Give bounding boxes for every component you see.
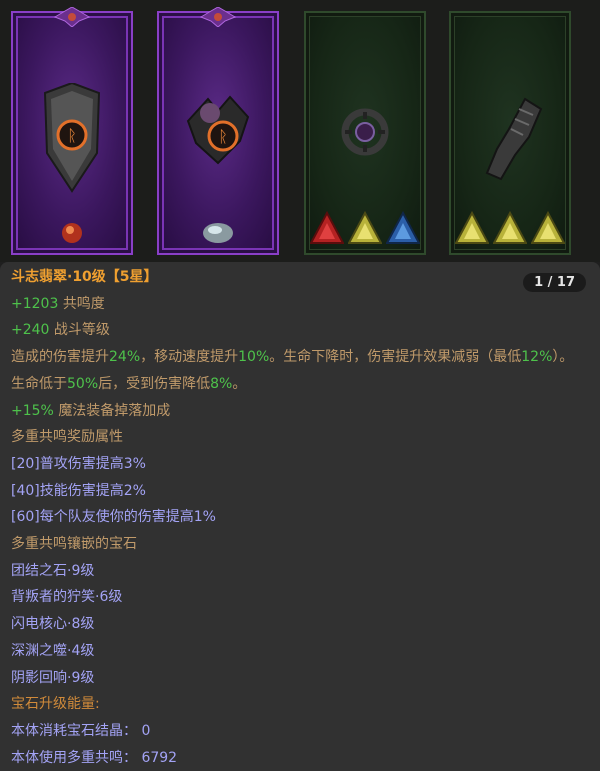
desc-value: 10%	[238, 349, 270, 366]
consume-value: 0	[141, 722, 151, 739]
crest-icon	[199, 7, 237, 27]
inlaid-gem-item: 深渊之噬·4级	[11, 642, 95, 659]
red-gem-icon	[62, 223, 82, 243]
item-title: 斗志翡翠·10级【5星】	[11, 269, 158, 285]
resonance-use-value: 6792	[141, 749, 178, 766]
desc-text: 造成的伤害提升	[11, 349, 109, 366]
resonance-use-line: 本体使用多重共鸣： 6792	[11, 745, 585, 771]
stat-label: 战斗等级	[53, 322, 110, 339]
item-tooltip-panel: 1 / 17 斗志翡翠·10级【5星】 +1203 共鸣度 +240 战斗等级 …	[0, 262, 600, 771]
desc-value: 24%	[109, 349, 141, 366]
stat-value: +240	[11, 322, 50, 339]
stat-label: 共鸣度	[62, 295, 105, 312]
consume-label: 本体消耗宝石结晶：	[11, 722, 137, 739]
gem-card-gauntlet[interactable]	[449, 11, 571, 255]
stat-value: +15%	[11, 402, 54, 419]
pearl-gem-icon	[203, 223, 233, 243]
yellow-triangle-gem-icon	[455, 211, 489, 244]
desc-text: 。生命下降时，伤害提升效果减弱（最低	[269, 349, 522, 366]
yellow-triangle-gem-icon	[531, 211, 565, 244]
crest-icon	[53, 7, 91, 27]
stat-combat-level: +240 战斗等级	[11, 317, 585, 344]
socket-row	[159, 219, 277, 245]
desc-text: 。	[232, 375, 247, 392]
inlaid-gem-item: 团结之石·9级	[11, 562, 95, 579]
resonance-bonus-header: 多重共鸣奖励属性	[11, 429, 123, 446]
tooltip-lines: 斗志翡翠·10级【5星】 +1203 共鸣度 +240 战斗等级 造成的伤害提升…	[11, 264, 585, 771]
gauntlet-icon	[485, 97, 543, 181]
desc-value: 8%	[210, 375, 233, 392]
stat-resonance: +1203 共鸣度	[11, 291, 585, 318]
yellow-triangle-gem-icon	[348, 211, 382, 244]
resonance-use-label: 本体使用多重共鸣：	[11, 749, 137, 766]
resonance-bonus-item: [40]技能伤害提高2%	[11, 482, 146, 499]
desc-text: 后，受到伤害降低	[98, 375, 211, 392]
svg-text:ᚱ: ᚱ	[67, 126, 77, 145]
svg-text:ᚱ: ᚱ	[218, 127, 228, 146]
item-description: 造成的伤害提升24%，移动速度提升10%。生命下降时，伤害提升效果减弱（最低12…	[11, 344, 585, 397]
yellow-triangle-gem-icon	[493, 211, 527, 244]
shield-rune-icon: ᚱ	[43, 83, 101, 193]
gem-card-rose[interactable]: ᚱ	[157, 7, 279, 255]
desc-text: ，移动速度提升	[140, 349, 239, 366]
stat-label: 魔法装备掉落加成	[58, 402, 171, 419]
rose-rune-icon: ᚱ	[186, 95, 250, 165]
socket-row	[13, 219, 131, 245]
resonance-bonus-item: [20]普攻伤害提高3%	[11, 455, 146, 472]
gem-slot-strip: ᚱ ᚱ	[0, 0, 600, 262]
resonance-bonus-item: [60]每个队友使你的伤害提高1%	[11, 509, 216, 526]
inlaid-gems-header: 多重共鸣镶嵌的宝石	[11, 536, 137, 553]
stat-value: +1203	[11, 295, 59, 312]
inlaid-gem-item: 闪电核心·8级	[11, 616, 95, 633]
ring-icon	[341, 108, 389, 156]
red-triangle-gem-icon	[310, 211, 344, 244]
inlaid-gem-item: 阴影回响·9级	[11, 669, 95, 686]
desc-value: 12%	[521, 349, 553, 366]
gem-card-shield[interactable]: ᚱ	[11, 7, 133, 255]
upgrade-energy-header: 宝石升级能量:	[11, 696, 100, 713]
gem-card-ring[interactable]	[304, 11, 426, 255]
inlaid-gem-item: 背叛者的狞笑·6级	[11, 589, 123, 606]
consume-crystal-line: 本体消耗宝石结晶： 0	[11, 718, 585, 745]
socket-row	[306, 211, 424, 245]
blue-triangle-gem-icon	[386, 211, 420, 244]
desc-value: 50%	[67, 375, 99, 392]
stat-magic-find: +15% 魔法装备掉落加成	[11, 398, 585, 425]
socket-row	[451, 211, 569, 245]
